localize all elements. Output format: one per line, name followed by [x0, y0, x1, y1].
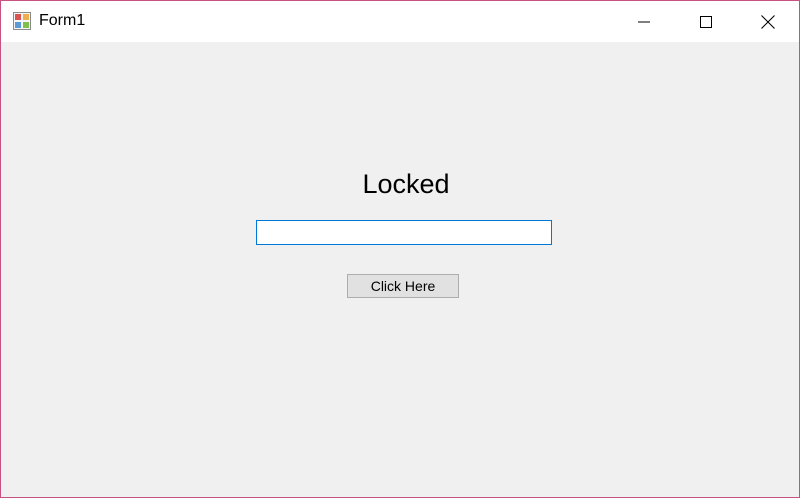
- window-title: Form1: [39, 12, 86, 29]
- title-bar[interactable]: Form1: [1, 1, 799, 42]
- close-button[interactable]: [737, 1, 799, 42]
- app-icon: [13, 12, 31, 30]
- maximize-button[interactable]: [675, 1, 737, 42]
- locked-label: Locked: [362, 169, 450, 199]
- minimize-icon: [638, 16, 650, 28]
- form1-window: Form1 Locked Click Here: [0, 0, 800, 498]
- text-input[interactable]: [256, 220, 552, 245]
- maximize-icon: [700, 15, 712, 28]
- close-icon: [761, 14, 775, 29]
- form-client-area: Locked Click Here: [1, 42, 799, 497]
- minimize-button[interactable]: [613, 1, 675, 42]
- click-here-button[interactable]: Click Here: [347, 274, 459, 298]
